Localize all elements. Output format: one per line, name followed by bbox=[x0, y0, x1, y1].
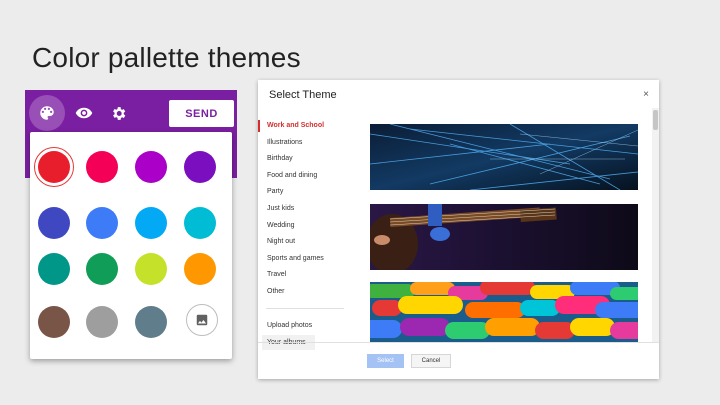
theme-thumbnail-candy[interactable] bbox=[370, 282, 638, 342]
color-swatch[interactable] bbox=[135, 207, 167, 239]
color-swatch[interactable] bbox=[38, 207, 70, 239]
upload-photos-item[interactable]: Upload photos bbox=[267, 322, 312, 329]
guitar-player-image bbox=[370, 204, 638, 270]
select-theme-dialog: Select Theme × Work and School Illustrati… bbox=[258, 80, 659, 379]
category-item[interactable]: Party bbox=[258, 184, 348, 201]
category-item[interactable]: Travel bbox=[258, 267, 348, 284]
category-divider bbox=[266, 308, 344, 309]
color-swatch[interactable] bbox=[34, 147, 74, 187]
scrollbar-thumb[interactable] bbox=[653, 110, 658, 130]
palette-button[interactable] bbox=[29, 95, 65, 131]
color-swatch[interactable] bbox=[86, 306, 118, 338]
color-swatch[interactable] bbox=[86, 253, 118, 285]
category-item[interactable]: Night out bbox=[258, 234, 348, 251]
color-swatch[interactable] bbox=[135, 306, 167, 338]
dialog-title: Select Theme bbox=[269, 89, 337, 101]
theme-thumbnail-abstract[interactable] bbox=[370, 124, 638, 190]
category-item[interactable]: Work and School bbox=[258, 118, 348, 135]
palette-icon bbox=[40, 106, 54, 120]
theme-scrollbar[interactable] bbox=[652, 108, 659, 343]
color-swatch[interactable] bbox=[184, 253, 216, 285]
category-item[interactable]: Other bbox=[258, 284, 348, 301]
gear-icon bbox=[112, 106, 125, 120]
eye-icon bbox=[75, 107, 93, 119]
settings-button[interactable] bbox=[105, 100, 131, 126]
preview-button[interactable] bbox=[71, 100, 97, 126]
dialog-footer-divider bbox=[258, 342, 659, 343]
colorful-candy-image bbox=[370, 282, 638, 342]
color-swatch[interactable] bbox=[38, 253, 70, 285]
cancel-button[interactable]: Cancel bbox=[411, 354, 451, 368]
abstract-light-streaks-image bbox=[370, 124, 638, 190]
color-swatch[interactable] bbox=[135, 151, 167, 183]
image-icon bbox=[196, 314, 208, 326]
theme-thumbnail-guitar[interactable] bbox=[370, 204, 638, 270]
send-button[interactable]: SEND bbox=[169, 100, 234, 127]
category-list: Work and School Illustrations Birthday Food… bbox=[258, 118, 348, 301]
category-item[interactable]: Birthday bbox=[258, 151, 348, 168]
category-item[interactable]: Food and dining bbox=[258, 168, 348, 185]
category-item[interactable]: Just kids bbox=[258, 201, 348, 218]
color-swatch[interactable] bbox=[86, 207, 118, 239]
category-item[interactable]: Sports and games bbox=[258, 251, 348, 268]
color-swatch[interactable] bbox=[38, 306, 70, 338]
category-item[interactable]: Wedding bbox=[258, 218, 348, 235]
slide-title: Color pallette themes bbox=[32, 42, 301, 73]
color-swatch[interactable] bbox=[184, 151, 216, 183]
color-swatch[interactable] bbox=[135, 253, 167, 285]
color-swatch[interactable] bbox=[86, 151, 118, 183]
color-palette-menu bbox=[30, 132, 232, 359]
category-item[interactable]: Illustrations bbox=[258, 135, 348, 152]
custom-image-button[interactable] bbox=[186, 304, 218, 336]
select-button[interactable]: Select bbox=[367, 354, 404, 368]
close-icon[interactable]: × bbox=[643, 89, 649, 100]
color-swatch[interactable] bbox=[184, 207, 216, 239]
